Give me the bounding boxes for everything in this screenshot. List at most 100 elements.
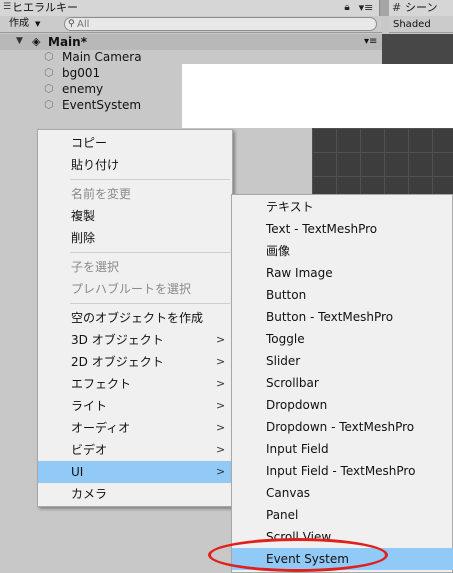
menu-item-3d-object[interactable]: 3D オブジェクト > [38,329,232,351]
chevron-right-icon: > [216,465,226,478]
submenu-item-label: Scrollbar [266,376,319,390]
menu-item-label: ライト [71,399,108,413]
submenu-item-dropdown[interactable]: Dropdown [232,394,453,416]
menu-item-delete[interactable]: 削除 [38,227,232,249]
hierarchy-item-label: enemy [62,82,104,96]
submenu-item-label: Toggle [266,332,305,346]
submenu-item-toggle[interactable]: Toggle [232,328,453,350]
menu-item-ui[interactable]: UI > [38,461,232,483]
submenu-item-label: Input Field - TextMeshPro [266,464,416,478]
submenu-item-label: Input Field [266,442,329,456]
menu-separator [70,252,230,253]
chevron-right-icon: > [216,377,226,390]
menu-item-label: UI [71,465,84,479]
menu-item-label: 空のオブジェクトを作成 [71,311,204,325]
submenu-item-label: Dropdown [266,398,328,412]
search-icon: ⚲ [68,19,75,29]
submenu-item-input-field[interactable]: Input Field [232,438,453,460]
submenu-item-label: Raw Image [266,266,333,280]
submenu-item-panel[interactable]: Panel [232,504,453,526]
menu-item-label: プレハブルートを選択 [71,282,192,296]
chevron-right-icon: > [216,399,226,412]
submenu-item-text[interactable]: テキスト [232,196,453,218]
chevron-right-icon: > [216,443,226,456]
menu-item-effects[interactable]: エフェクト > [38,373,232,395]
shading-mode-dropdown[interactable]: Shaded [389,16,453,33]
menu-item-label: コピー [71,136,108,150]
submenu-item-label: 画像 [266,244,291,258]
submenu-item-label: Panel [266,508,299,522]
menu-item-copy[interactable]: コピー [38,132,232,154]
submenu-item-scrollbar[interactable]: Scrollbar [232,372,453,394]
submenu-item-canvas[interactable]: Canvas [232,482,453,504]
scene-menu-icon[interactable]: ▾≡ [364,35,377,49]
chevron-right-icon: > [216,355,226,368]
create-button[interactable]: 作成 ▼ [3,17,43,31]
submenu-item-label: Button [266,288,307,302]
submenu-item-input-field-tmp[interactable]: Input Field - TextMeshPro [232,460,453,482]
expand-arrow-icon[interactable]: ▼ [16,36,23,46]
menu-item-select-prefab-root[interactable]: プレハブルートを選択 [38,278,232,300]
menu-separator [70,303,230,304]
hierarchy-item-label: EventSystem [62,98,142,112]
unity-scene-icon: ◈ [32,35,41,48]
submenu-item-label: Canvas [266,486,311,500]
submenu-item-text-tmp[interactable]: Text - TextMeshPro [232,218,453,240]
redacted-area [182,64,453,128]
tab-hierarchy[interactable]: ☰ ヒエラルキー 🔒︎ ▾≡ [0,0,380,16]
hierarchy-item-label: Main Camera [62,50,142,64]
shading-mode-label: Shaded [393,19,431,30]
tab-scene-label: シーン [405,1,438,14]
menu-item-label: オーディオ [71,421,131,435]
create-button-label: 作成 [9,18,29,29]
menu-item-label: カメラ [71,487,108,501]
menu-item-rename[interactable]: 名前を変更 [38,183,232,205]
highlight-ellipse [208,538,388,572]
chevron-right-icon: > [216,421,226,434]
menu-item-label: エフェクト [71,377,132,391]
menu-item-paste[interactable]: 貼り付け [38,154,232,176]
hierarchy-item[interactable]: ⬡ Main Camera [44,49,244,65]
grid-icon: # [392,1,402,14]
gameobject-cube-icon: ⬡ [44,98,54,111]
submenu-item-slider[interactable]: Slider [232,350,453,372]
menu-item-label: 3D オブジェクト [71,333,164,347]
submenu-item-label: テキスト [266,200,314,214]
menu-item-label: 削除 [71,231,96,245]
hierarchy-item-label: bg001 [62,66,101,80]
gameobject-cube-icon: ⬡ [44,82,54,95]
menu-item-video[interactable]: ビデオ > [38,439,232,461]
menu-separator [70,179,230,180]
submenu-item-label: Slider [266,354,301,368]
tab-hierarchy-label: ヒエラルキー [12,1,78,14]
lock-icon[interactable]: 🔒︎ [341,1,353,15]
submenu-item-raw-image[interactable]: Raw Image [232,262,453,284]
submenu-item-image[interactable]: 画像 [232,240,453,262]
search-box[interactable]: ⚲ [64,17,377,31]
tab-scene[interactable]: # シーン [389,0,453,16]
menu-item-label: 名前を変更 [71,187,132,201]
scene-name: Main* [48,35,87,49]
gameobject-cube-icon: ⬡ [44,66,54,79]
submenu-item-label: Button - TextMeshPro [266,310,394,324]
submenu-item-label: Text - TextMeshPro [266,222,378,236]
menu-item-camera[interactable]: カメラ [38,483,232,505]
submenu-item-button-tmp[interactable]: Button - TextMeshPro [232,306,453,328]
chevron-down-icon: ▼ [35,20,41,28]
menu-item-2d-object[interactable]: 2D オブジェクト > [38,351,232,373]
menu-item-label: 複製 [71,209,96,223]
chevron-right-icon: > [216,333,226,346]
menu-item-duplicate[interactable]: 複製 [38,205,232,227]
menu-item-select-children[interactable]: 子を選択 [38,256,232,278]
submenu-item-button[interactable]: Button [232,284,453,306]
submenu-item-dropdown-tmp[interactable]: Dropdown - TextMeshPro [232,416,453,438]
menu-item-label: 貼り付け [71,158,120,172]
tab-menu-icon[interactable]: ▾≡ [358,1,374,15]
submenu-item-label: Dropdown - TextMeshPro [266,420,415,434]
menu-item-label: 2D オブジェクト [71,355,164,369]
menu-item-label: 子を選択 [71,260,120,274]
menu-item-light[interactable]: ライト > [38,395,232,417]
menu-item-create-empty[interactable]: 空のオブジェクトを作成 [38,307,232,329]
menu-item-audio[interactable]: オーディオ > [38,417,232,439]
search-input[interactable] [77,18,367,30]
